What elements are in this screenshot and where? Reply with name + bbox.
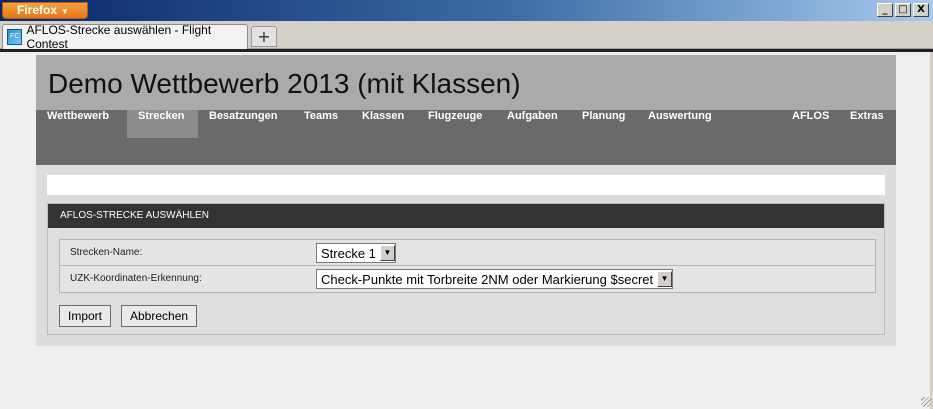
resize-grip-icon[interactable]	[921, 397, 931, 407]
form-table: Strecken-Name: Strecke 1 ▼ UZK-Koordinat…	[59, 239, 876, 293]
firefox-menu-button[interactable]: Firefox ▼	[2, 2, 88, 19]
aflos-select-panel: AFLOS-STRECKE AUSWÄHLEN Strecken-Name: S…	[47, 203, 885, 335]
new-tab-button[interactable]: +	[251, 26, 277, 47]
nav-extras[interactable]: Extras	[839, 110, 895, 138]
nav-aufgaben[interactable]: Aufgaben	[496, 110, 569, 138]
tab-title: AFLOS-Strecke auswählen - Flight Contest	[26, 23, 212, 51]
nav-teams[interactable]: Teams	[293, 110, 349, 138]
firefox-menu-label: Firefox	[17, 3, 58, 17]
nav-wettbewerb[interactable]: Wettbewerb	[36, 110, 120, 138]
detection-value: Check-Punkte mit Torbreite 2NM oder Mark…	[321, 271, 654, 287]
nav-klassen[interactable]: Klassen	[351, 110, 415, 138]
page-container: Demo Wettbewerb 2013 (mit Klassen) Wettb…	[36, 55, 896, 346]
chevron-down-icon: ▼	[61, 7, 69, 16]
maximize-button[interactable]: □	[895, 3, 911, 17]
nav-flugzeuge[interactable]: Flugzeuge	[417, 110, 493, 138]
main-nav: Wettbewerb Strecken Besatzungen Teams Kl…	[36, 110, 896, 165]
page-header: Demo Wettbewerb 2013 (mit Klassen)	[36, 55, 896, 110]
nav-auswertung[interactable]: Auswertung	[637, 110, 723, 138]
route-name-label: Strecken-Name:	[70, 247, 143, 258]
nav-aflos[interactable]: AFLOS	[781, 110, 840, 138]
route-name-value: Strecke 1	[321, 245, 376, 261]
panel-title: AFLOS-STRECKE AUSWÄHLEN	[48, 204, 884, 228]
browser-tab[interactable]: FC AFLOS-Strecke auswählen - Flight Cont…	[2, 23, 248, 51]
detection-label: UZK-Koordinaten-Erkennung:	[70, 273, 202, 284]
minimize-button[interactable]: _	[877, 3, 893, 17]
dropdown-arrow-icon: ▼	[657, 271, 673, 287]
nav-besatzungen[interactable]: Besatzungen	[198, 110, 288, 138]
dropdown-arrow-icon: ▼	[379, 245, 395, 261]
nav-planung[interactable]: Planung	[571, 110, 636, 138]
tab-strip: FC AFLOS-Strecke auswählen - Flight Cont…	[0, 21, 933, 51]
toolbar-divider	[0, 49, 933, 52]
favicon-icon: FC	[7, 29, 23, 45]
form-row-detection: UZK-Koordinaten-Erkennung: Check-Punkte …	[60, 266, 875, 292]
message-bar	[47, 175, 885, 195]
import-button[interactable]: Import	[59, 305, 112, 327]
close-button[interactable]: X	[913, 3, 929, 17]
window-title-bar: Firefox ▼ _ □ X	[0, 0, 933, 21]
cancel-button[interactable]: Abbrechen	[121, 305, 198, 327]
nav-strecken[interactable]: Strecken	[127, 110, 198, 138]
window-controls: _ □ X	[877, 3, 929, 17]
route-name-select[interactable]: Strecke 1 ▼	[316, 243, 396, 263]
page-title: Demo Wettbewerb 2013 (mit Klassen)	[48, 68, 521, 99]
form-row-route-name: Strecken-Name: Strecke 1 ▼	[60, 240, 875, 266]
detection-select[interactable]: Check-Punkte mit Torbreite 2NM oder Mark…	[316, 269, 674, 289]
